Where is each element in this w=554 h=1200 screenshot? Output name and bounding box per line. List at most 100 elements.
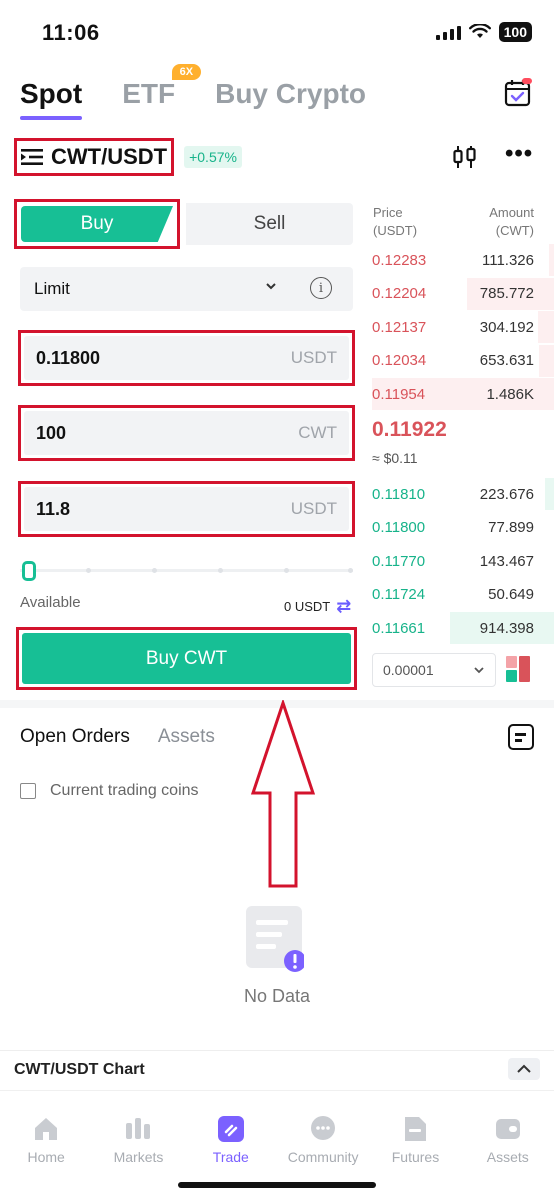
nav-home[interactable]: Home bbox=[0, 1091, 92, 1200]
transfer-icon[interactable]: ⇄ bbox=[336, 596, 351, 617]
bid-price: 0.11661 bbox=[372, 619, 426, 637]
buy-cwt-button[interactable]: Buy CWT bbox=[22, 633, 351, 684]
nav-trade-label: Trade bbox=[212, 1149, 249, 1165]
empty-state-text: No Data bbox=[243, 986, 311, 1006]
ob-amount-title: Amount bbox=[489, 205, 534, 220]
total-input[interactable]: 11.8 USDT bbox=[24, 487, 349, 531]
chart-label: CWT/USDT Chart bbox=[14, 1061, 145, 1078]
available-value: 0 USDT bbox=[284, 599, 331, 614]
amount-unit: CWT bbox=[298, 423, 337, 442]
ask-row[interactable]: 0.12137 304.192 bbox=[372, 311, 554, 343]
tab-spot[interactable]: Spot bbox=[20, 78, 83, 120]
more-icon[interactable]: ••• bbox=[505, 140, 533, 168]
chevron-down-icon bbox=[266, 283, 276, 290]
total-value: 11.8 bbox=[36, 498, 71, 519]
total-unit: USDT bbox=[290, 499, 337, 518]
buy-tab-highlight: Buy bbox=[14, 199, 180, 249]
price-value: 0.11800 bbox=[36, 347, 101, 368]
chevron-up-icon[interactable] bbox=[508, 1058, 540, 1080]
slider-handle[interactable] bbox=[22, 561, 36, 581]
calendar-icon[interactable] bbox=[504, 78, 532, 108]
tab-assets[interactable]: Assets bbox=[158, 726, 215, 748]
annotation-arrow-icon bbox=[250, 700, 316, 888]
candlestick-icon[interactable] bbox=[452, 144, 478, 170]
amount-input-highlight: 100 CWT bbox=[18, 405, 355, 461]
ask-price: 0.12204 bbox=[372, 285, 427, 302]
chevron-down-icon bbox=[474, 667, 484, 674]
bid-price: 0.11810 bbox=[372, 485, 426, 503]
last-price: 0.11922 bbox=[372, 418, 447, 441]
ask-depth-bar bbox=[539, 344, 554, 377]
pair-change-badge: +0.57% bbox=[184, 146, 242, 168]
nav-home-label: Home bbox=[27, 1149, 65, 1165]
checkbox-label: Current trading coins bbox=[50, 782, 199, 799]
info-icon[interactable]: i bbox=[310, 277, 332, 299]
wallet-icon bbox=[495, 1119, 520, 1139]
order-history-icon[interactable] bbox=[508, 724, 534, 750]
ob-price-header: Price (USDT) bbox=[373, 204, 417, 240]
orders-tabs: Open Orders Assets bbox=[20, 726, 215, 748]
tab-open-orders[interactable]: Open Orders bbox=[20, 726, 130, 748]
bid-amount: 914.398 bbox=[479, 619, 534, 637]
bid-row[interactable]: 0.11661 914.398 bbox=[372, 612, 554, 644]
leverage-badge: 6X bbox=[171, 64, 202, 80]
order-type-select[interactable]: Limit i bbox=[20, 267, 353, 311]
ask-amount: 1.486K bbox=[486, 385, 534, 403]
bid-row[interactable]: 0.11770 143.467 bbox=[372, 545, 554, 577]
bid-price: 0.11800 bbox=[372, 519, 426, 536]
pair-selector[interactable]: CWT/USDT bbox=[14, 138, 175, 176]
precision-value: 0.00001 bbox=[383, 662, 434, 678]
bid-amount: 143.467 bbox=[479, 552, 534, 570]
ask-depth-bar bbox=[548, 244, 554, 276]
ask-row[interactable]: 0.12283 111.326 bbox=[372, 244, 554, 276]
pair-row: CWT/USDT +0.57% bbox=[14, 138, 242, 176]
trade-icon bbox=[217, 1116, 244, 1142]
checkbox[interactable] bbox=[20, 783, 36, 799]
nav-assets-label: Assets bbox=[486, 1149, 529, 1165]
ask-amount: 785.772 bbox=[479, 285, 534, 302]
ask-row[interactable]: 0.11954 1.486K bbox=[372, 378, 554, 410]
sell-tab[interactable]: Sell bbox=[186, 203, 353, 245]
bid-row[interactable]: 0.11800 77.899 bbox=[372, 512, 554, 544]
orderbook-layout-icon[interactable] bbox=[506, 656, 530, 682]
home-icon bbox=[35, 1118, 58, 1140]
nav-futures[interactable]: Futures bbox=[369, 1091, 461, 1200]
top-tabs: Spot ETF 6X Buy Crypto bbox=[20, 64, 366, 120]
ask-amount: 304.192 bbox=[479, 318, 534, 336]
wifi-icon bbox=[468, 24, 491, 38]
nav-futures-label: Futures bbox=[391, 1149, 440, 1165]
ask-price: 0.12137 bbox=[372, 318, 427, 336]
bid-amount: 50.649 bbox=[488, 586, 534, 603]
ask-depth-bar bbox=[537, 311, 554, 343]
available-balance: 0 USDT ⇄ bbox=[284, 596, 351, 617]
community-icon bbox=[311, 1116, 336, 1140]
status-icons: 100 bbox=[435, 22, 532, 42]
bid-row[interactable]: 0.11810 223.676 bbox=[372, 478, 554, 510]
tab-etf[interactable]: ETF 6X bbox=[122, 64, 202, 110]
price-input[interactable]: 0.11800 USDT bbox=[24, 336, 349, 380]
buy-tab[interactable]: Buy bbox=[21, 206, 173, 242]
bid-price: 0.11724 bbox=[372, 586, 426, 603]
futures-icon bbox=[405, 1117, 427, 1141]
bid-row[interactable]: 0.11724 50.649 bbox=[372, 579, 554, 611]
ask-row[interactable]: 0.12204 785.772 bbox=[372, 277, 554, 310]
ask-amount: 111.326 bbox=[482, 251, 534, 269]
no-data-icon bbox=[246, 906, 304, 972]
bid-price: 0.11770 bbox=[372, 552, 426, 570]
precision-select[interactable]: 0.00001 bbox=[372, 653, 496, 687]
amount-input[interactable]: 100 CWT bbox=[24, 411, 349, 455]
order-type-label: Limit bbox=[34, 279, 70, 298]
nav-community-label: Community bbox=[287, 1149, 359, 1165]
ask-price: 0.12034 bbox=[372, 352, 427, 369]
nav-markets[interactable]: Markets bbox=[92, 1091, 184, 1200]
nav-assets[interactable]: Assets bbox=[462, 1091, 554, 1200]
pair-name: CWT/USDT bbox=[51, 144, 168, 169]
amount-slider[interactable] bbox=[20, 560, 353, 582]
tab-etf-label: ETF bbox=[122, 78, 176, 109]
home-indicator bbox=[178, 1182, 376, 1188]
price-input-highlight: 0.11800 USDT bbox=[18, 330, 355, 386]
current-coins-filter[interactable]: Current trading coins bbox=[20, 782, 199, 800]
amount-value: 100 bbox=[36, 422, 67, 443]
ask-row[interactable]: 0.12034 653.631 bbox=[372, 344, 554, 377]
tab-buy-crypto[interactable]: Buy Crypto bbox=[215, 78, 366, 110]
